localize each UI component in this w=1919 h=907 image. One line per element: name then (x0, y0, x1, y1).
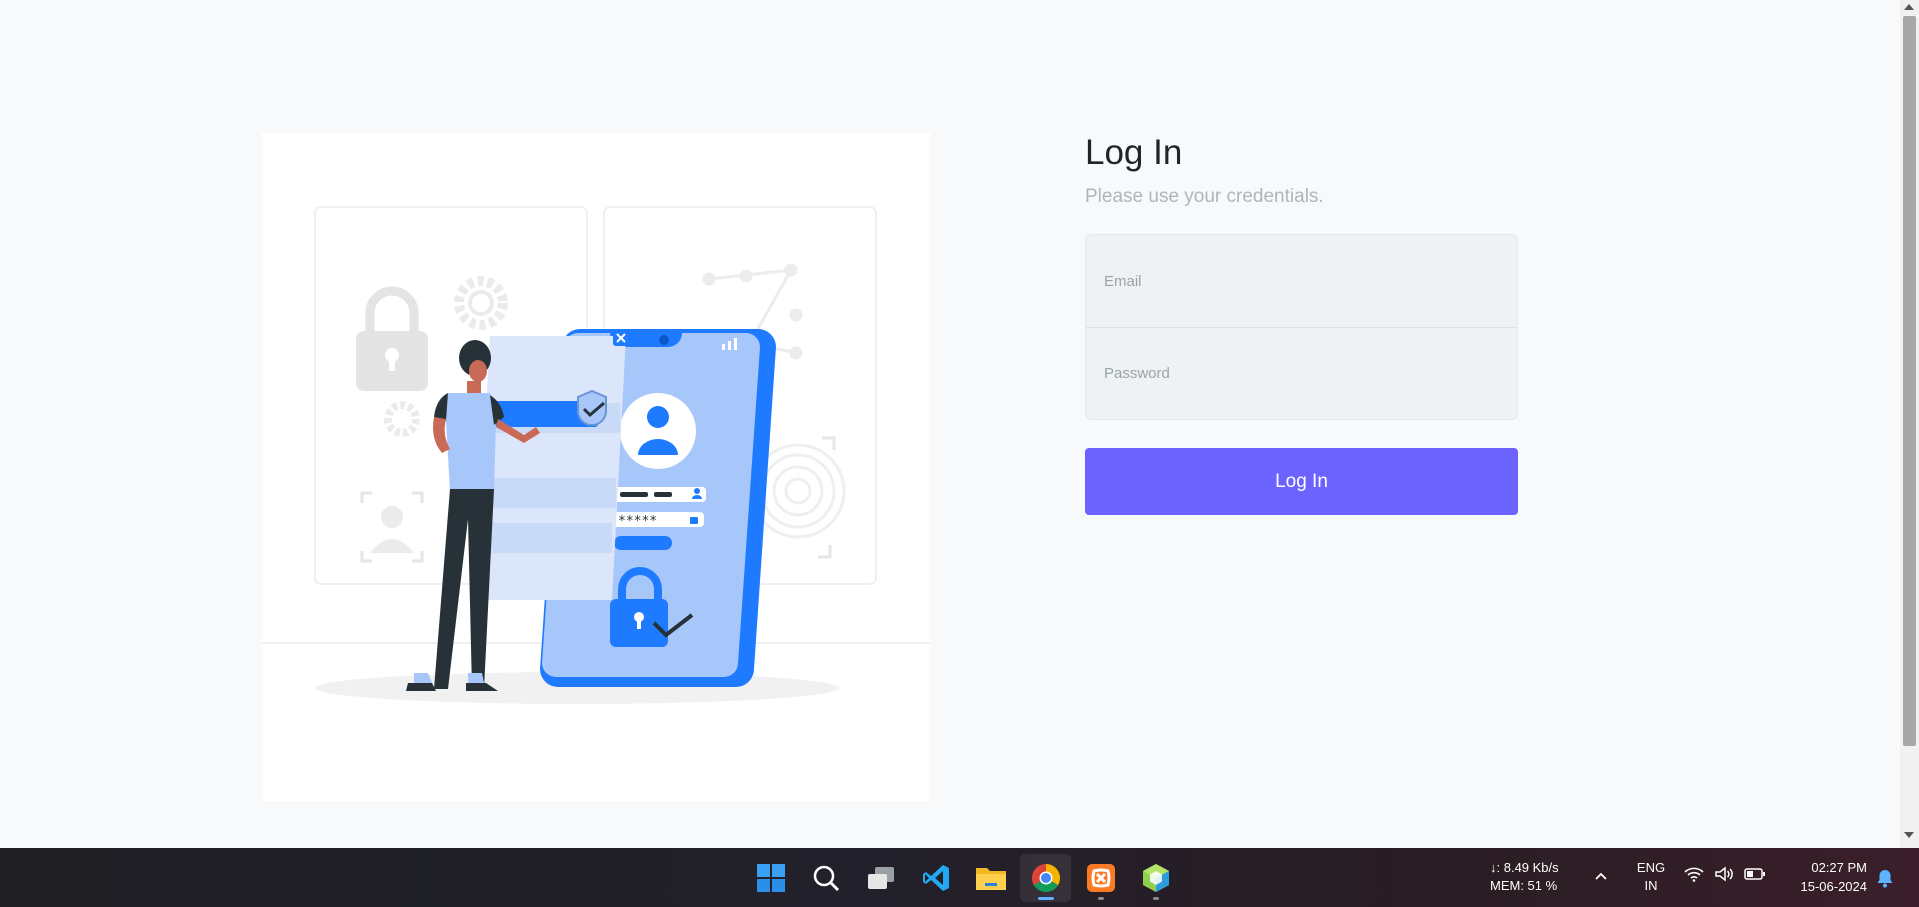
network-monitor[interactable]: ↓: 8.49 Kb/s MEM: 51 % (1490, 859, 1559, 895)
security-illustration: ***** (262, 206, 930, 704)
language-region: IN (1644, 878, 1658, 893)
battery-icon (1744, 868, 1765, 880)
running-app-indicator (1152, 896, 1159, 900)
page-scrollbar[interactable] (1900, 0, 1919, 848)
vscode-button[interactable] (910, 854, 961, 902)
search-icon (813, 865, 839, 891)
taskbar-apps (745, 848, 1185, 907)
vscode-icon (922, 864, 949, 891)
bell-icon (1877, 870, 1893, 888)
login-button[interactable]: Log In (1085, 448, 1518, 515)
language-code: ENG (1636, 860, 1666, 875)
chevron-up-icon (1595, 872, 1607, 880)
clock-date: 15-06-2024 (1800, 879, 1868, 894)
scroll-thumb[interactable] (1903, 16, 1916, 746)
notifications-button[interactable] (1876, 868, 1894, 893)
xampp-icon (1086, 863, 1115, 892)
password-field-wrapper (1086, 327, 1517, 419)
scroll-down-arrow-icon[interactable] (1904, 832, 1914, 838)
taskbar: ↓: 8.49 Kb/s MEM: 51 % ENG IN 02:27 PM 1… (0, 848, 1919, 907)
start-button[interactable] (745, 854, 796, 902)
page-title: Log In (1085, 133, 1183, 172)
clock[interactable]: 02:27 PM 15-06-2024 (1780, 858, 1868, 896)
file-explorer-button[interactable] (965, 854, 1016, 902)
memory-usage: MEM: 51 % (1490, 878, 1558, 893)
task-view-icon (867, 866, 894, 889)
credential-fields (1085, 234, 1518, 420)
chrome-button[interactable] (1020, 853, 1071, 902)
task-view-button[interactable] (855, 854, 906, 902)
password-field[interactable] (1104, 365, 1517, 382)
search-button[interactable] (800, 854, 851, 902)
active-app-indicator (1037, 896, 1054, 900)
system-tray[interactable] (1684, 866, 1766, 882)
network-speed: ↓: 8.49 Kb/s (1490, 860, 1559, 875)
clock-time: 02:27 PM (1811, 860, 1867, 875)
show-hidden-icons-button[interactable] (1593, 868, 1609, 889)
volume-icon (1715, 866, 1733, 882)
login-page: ***** Log In Please use your credentials… (0, 0, 1900, 848)
app-cube-icon (1142, 863, 1169, 892)
xampp-button[interactable] (1075, 854, 1126, 902)
running-app-indicator (1097, 896, 1104, 900)
language-indicator[interactable]: ENG IN (1633, 859, 1669, 895)
password-mask-text: ***** (618, 514, 657, 529)
scroll-up-arrow-icon[interactable] (1904, 4, 1914, 10)
page-subtitle: Please use your credentials. (1085, 186, 1324, 207)
chrome-icon (1031, 863, 1060, 892)
start-icon (756, 863, 785, 892)
app-cube-button[interactable] (1130, 854, 1181, 902)
wifi-icon (1684, 867, 1704, 882)
email-field[interactable] (1104, 272, 1517, 290)
login-form: Log In Please use your credentials. Log … (1085, 133, 1518, 515)
email-field-wrapper (1086, 235, 1517, 327)
file-explorer-icon (975, 867, 1006, 890)
login-illustration: ***** (262, 133, 930, 801)
